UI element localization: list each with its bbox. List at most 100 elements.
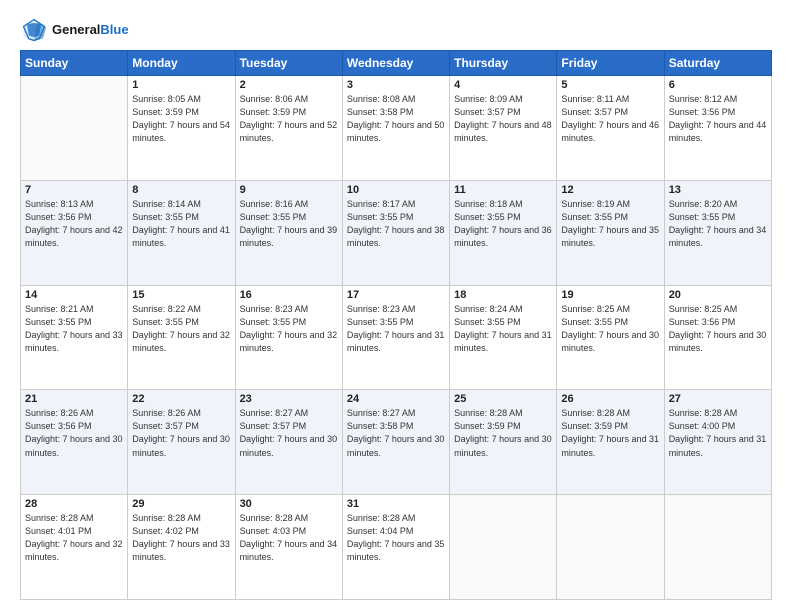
day-info: Sunrise: 8:28 AM Sunset: 4:00 PM Dayligh…: [669, 407, 767, 459]
calendar-cell: 3 Sunrise: 8:08 AM Sunset: 3:58 PM Daylig…: [342, 76, 449, 181]
logo-icon: [20, 16, 48, 44]
day-info: Sunrise: 8:26 AM Sunset: 3:56 PM Dayligh…: [25, 407, 123, 459]
day-info: Sunrise: 8:28 AM Sunset: 4:03 PM Dayligh…: [240, 512, 338, 564]
calendar-cell: 18 Sunrise: 8:24 AM Sunset: 3:55 PM Dayli…: [450, 285, 557, 390]
calendar-cell: 16 Sunrise: 8:23 AM Sunset: 3:55 PM Dayli…: [235, 285, 342, 390]
day-number: 4: [454, 79, 552, 91]
calendar-cell: 1 Sunrise: 8:05 AM Sunset: 3:59 PM Daylig…: [128, 76, 235, 181]
day-number: 14: [25, 289, 123, 301]
day-number: 31: [347, 498, 445, 510]
day-info: Sunrise: 8:11 AM Sunset: 3:57 PM Dayligh…: [561, 93, 659, 145]
day-number: 17: [347, 289, 445, 301]
day-number: 27: [669, 393, 767, 405]
calendar-cell: 14 Sunrise: 8:21 AM Sunset: 3:55 PM Dayli…: [21, 285, 128, 390]
calendar-cell: 26 Sunrise: 8:28 AM Sunset: 3:59 PM Dayli…: [557, 390, 664, 495]
day-number: 9: [240, 184, 338, 196]
day-info: Sunrise: 8:17 AM Sunset: 3:55 PM Dayligh…: [347, 198, 445, 250]
day-number: 19: [561, 289, 659, 301]
day-info: Sunrise: 8:19 AM Sunset: 3:55 PM Dayligh…: [561, 198, 659, 250]
calendar-cell: 9 Sunrise: 8:16 AM Sunset: 3:55 PM Daylig…: [235, 180, 342, 285]
calendar-cell: 4 Sunrise: 8:09 AM Sunset: 3:57 PM Daylig…: [450, 76, 557, 181]
calendar-week-row: 14 Sunrise: 8:21 AM Sunset: 3:55 PM Dayli…: [21, 285, 772, 390]
day-info: Sunrise: 8:09 AM Sunset: 3:57 PM Dayligh…: [454, 93, 552, 145]
calendar-week-row: 21Sunrise: 8:26 AM Sunset: 3:56 PM Dayli…: [21, 390, 772, 495]
day-info: Sunrise: 8:05 AM Sunset: 3:59 PM Dayligh…: [132, 93, 230, 145]
calendar-dow-saturday: Saturday: [664, 51, 771, 76]
day-number: 22: [132, 393, 230, 405]
day-number: 3: [347, 79, 445, 91]
day-info: Sunrise: 8:20 AM Sunset: 3:55 PM Dayligh…: [669, 198, 767, 250]
logo-line2: Blue: [100, 22, 128, 37]
day-number: 7: [25, 184, 123, 196]
calendar-cell: 12 Sunrise: 8:19 AM Sunset: 3:55 PM Dayli…: [557, 180, 664, 285]
calendar-week-row: 1 Sunrise: 8:05 AM Sunset: 3:59 PM Daylig…: [21, 76, 772, 181]
calendar-cell: 29 Sunrise: 8:28 AM Sunset: 4:02 PM Dayli…: [128, 495, 235, 600]
logo-text: GeneralBlue: [52, 22, 129, 38]
calendar-cell: 17Sunrise: 8:23 AM Sunset: 3:55 PM Dayli…: [342, 285, 449, 390]
calendar-cell: 23Sunrise: 8:27 AM Sunset: 3:57 PM Dayli…: [235, 390, 342, 495]
day-info: Sunrise: 8:28 AM Sunset: 4:02 PM Dayligh…: [132, 512, 230, 564]
header: GeneralBlue: [20, 16, 772, 44]
calendar-cell: [450, 495, 557, 600]
calendar-dow-wednesday: Wednesday: [342, 51, 449, 76]
logo-line1: General: [52, 22, 100, 37]
calendar-cell: 20 Sunrise: 8:25 AM Sunset: 3:56 PM Dayli…: [664, 285, 771, 390]
calendar-cell: 7Sunrise: 8:13 AM Sunset: 3:56 PM Daylig…: [21, 180, 128, 285]
calendar-dow-thursday: Thursday: [450, 51, 557, 76]
calendar-cell: 21Sunrise: 8:26 AM Sunset: 3:56 PM Dayli…: [21, 390, 128, 495]
calendar-cell: [664, 495, 771, 600]
day-number: 6: [669, 79, 767, 91]
calendar-cell: 10Sunrise: 8:17 AM Sunset: 3:55 PM Dayli…: [342, 180, 449, 285]
day-number: 1: [132, 79, 230, 91]
calendar-dow-monday: Monday: [128, 51, 235, 76]
day-number: 12: [561, 184, 659, 196]
calendar-cell: [557, 495, 664, 600]
day-info: Sunrise: 8:22 AM Sunset: 3:55 PM Dayligh…: [132, 303, 230, 355]
calendar-week-row: 28Sunrise: 8:28 AM Sunset: 4:01 PM Dayli…: [21, 495, 772, 600]
day-number: 20: [669, 289, 767, 301]
day-info: Sunrise: 8:23 AM Sunset: 3:55 PM Dayligh…: [240, 303, 338, 355]
calendar-cell: 24 Sunrise: 8:27 AM Sunset: 3:58 PM Dayli…: [342, 390, 449, 495]
day-info: Sunrise: 8:16 AM Sunset: 3:55 PM Dayligh…: [240, 198, 338, 250]
day-info: Sunrise: 8:27 AM Sunset: 3:58 PM Dayligh…: [347, 407, 445, 459]
day-info: Sunrise: 8:28 AM Sunset: 4:01 PM Dayligh…: [25, 512, 123, 564]
day-info: Sunrise: 8:12 AM Sunset: 3:56 PM Dayligh…: [669, 93, 767, 145]
calendar-dow-friday: Friday: [557, 51, 664, 76]
day-info: Sunrise: 8:08 AM Sunset: 3:58 PM Dayligh…: [347, 93, 445, 145]
day-number: 16: [240, 289, 338, 301]
calendar-week-row: 7Sunrise: 8:13 AM Sunset: 3:56 PM Daylig…: [21, 180, 772, 285]
day-number: 13: [669, 184, 767, 196]
calendar-cell: 6 Sunrise: 8:12 AM Sunset: 3:56 PM Daylig…: [664, 76, 771, 181]
day-info: Sunrise: 8:24 AM Sunset: 3:55 PM Dayligh…: [454, 303, 552, 355]
day-number: 5: [561, 79, 659, 91]
logo: GeneralBlue: [20, 16, 129, 44]
day-info: Sunrise: 8:21 AM Sunset: 3:55 PM Dayligh…: [25, 303, 123, 355]
day-number: 18: [454, 289, 552, 301]
calendar-cell: 30 Sunrise: 8:28 AM Sunset: 4:03 PM Dayli…: [235, 495, 342, 600]
day-info: Sunrise: 8:25 AM Sunset: 3:56 PM Dayligh…: [669, 303, 767, 355]
day-number: 26: [561, 393, 659, 405]
day-number: 29: [132, 498, 230, 510]
day-number: 8: [132, 184, 230, 196]
calendar-cell: [21, 76, 128, 181]
calendar-cell: 2 Sunrise: 8:06 AM Sunset: 3:59 PM Daylig…: [235, 76, 342, 181]
day-info: Sunrise: 8:25 AM Sunset: 3:55 PM Dayligh…: [561, 303, 659, 355]
calendar-dow-sunday: Sunday: [21, 51, 128, 76]
day-info: Sunrise: 8:06 AM Sunset: 3:59 PM Dayligh…: [240, 93, 338, 145]
day-number: 23: [240, 393, 338, 405]
day-number: 30: [240, 498, 338, 510]
day-info: Sunrise: 8:26 AM Sunset: 3:57 PM Dayligh…: [132, 407, 230, 459]
page: GeneralBlue SundayMondayTuesdayWednesday…: [0, 0, 792, 612]
calendar-cell: 25 Sunrise: 8:28 AM Sunset: 3:59 PM Dayli…: [450, 390, 557, 495]
day-number: 25: [454, 393, 552, 405]
day-info: Sunrise: 8:28 AM Sunset: 3:59 PM Dayligh…: [454, 407, 552, 459]
day-info: Sunrise: 8:28 AM Sunset: 3:59 PM Dayligh…: [561, 407, 659, 459]
day-number: 2: [240, 79, 338, 91]
day-info: Sunrise: 8:14 AM Sunset: 3:55 PM Dayligh…: [132, 198, 230, 250]
calendar-cell: 31Sunrise: 8:28 AM Sunset: 4:04 PM Dayli…: [342, 495, 449, 600]
calendar-table: SundayMondayTuesdayWednesdayThursdayFrid…: [20, 50, 772, 600]
day-number: 24: [347, 393, 445, 405]
calendar-dow-tuesday: Tuesday: [235, 51, 342, 76]
calendar-cell: 27 Sunrise: 8:28 AM Sunset: 4:00 PM Dayli…: [664, 390, 771, 495]
day-info: Sunrise: 8:18 AM Sunset: 3:55 PM Dayligh…: [454, 198, 552, 250]
